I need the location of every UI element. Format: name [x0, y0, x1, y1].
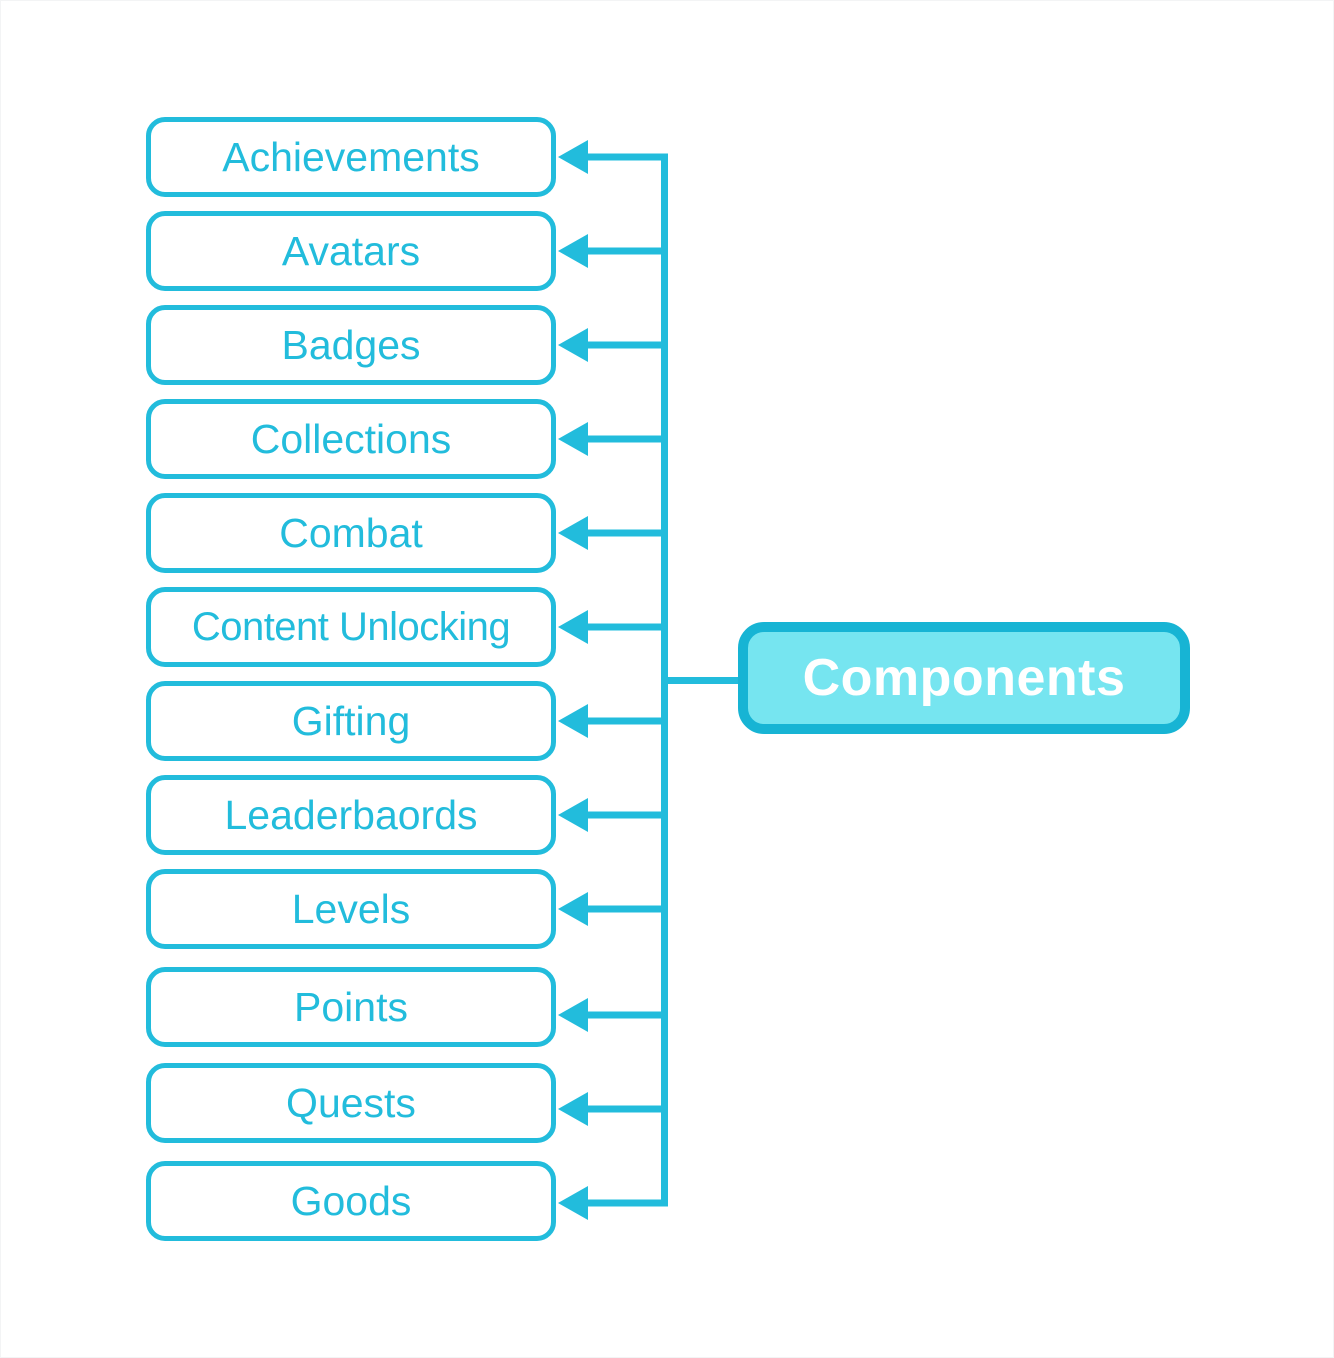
arrowhead-icon-4 — [558, 422, 588, 456]
arrowhead-icon-12 — [558, 1186, 588, 1220]
arrowhead-icon-8 — [558, 798, 588, 832]
arrowhead-icon-3 — [558, 328, 588, 362]
arrowhead-icon-11 — [558, 1092, 588, 1126]
node-points[interactable]: Points — [146, 967, 556, 1047]
node-label: Avatars — [281, 227, 421, 274]
node-label: Collections — [250, 415, 452, 462]
node-content-unlocking[interactable]: Content Unlocking — [146, 587, 556, 667]
branch-lines — [586, 153, 668, 1207]
node-avatars[interactable]: Avatars — [146, 211, 556, 291]
node-components-root[interactable]: Components — [738, 622, 1190, 734]
node-label: Levels — [291, 885, 411, 932]
node-label: Quests — [286, 1079, 416, 1126]
node-collections[interactable]: Collections — [146, 399, 556, 479]
arrowhead-icon-6 — [558, 610, 588, 644]
node-badges[interactable]: Badges — [146, 305, 556, 385]
node-label: Achievements — [222, 133, 480, 180]
node-label: Combat — [279, 509, 423, 556]
node-combat[interactable]: Combat — [146, 493, 556, 573]
node-label: Leaderbaords — [224, 791, 478, 838]
node-label: Badges — [281, 321, 421, 368]
node-gifting[interactable]: Gifting — [146, 681, 556, 761]
node-label: Points — [294, 983, 408, 1030]
node-label: Goods — [290, 1177, 412, 1224]
diagram-canvas: Achievements Avatars Badges Collections … — [0, 0, 1334, 1358]
arrowhead-icon-1 — [558, 140, 588, 174]
arrowhead-icon-9 — [558, 892, 588, 926]
node-label: Content Unlocking — [191, 605, 511, 649]
arrowheads — [558, 140, 588, 1220]
node-leaderboards[interactable]: Leaderbaords — [146, 775, 556, 855]
arrowhead-icon-5 — [558, 516, 588, 550]
node-quests[interactable]: Quests — [146, 1063, 556, 1143]
arrowhead-icon-7 — [558, 704, 588, 738]
node-levels[interactable]: Levels — [146, 869, 556, 949]
node-achievements[interactable]: Achievements — [146, 117, 556, 197]
node-goods[interactable]: Goods — [146, 1161, 556, 1241]
arrowhead-icon-10 — [558, 998, 588, 1032]
root-node-label: Components — [802, 649, 1126, 707]
arrowhead-icon-2 — [558, 234, 588, 268]
node-label: Gifting — [291, 697, 411, 744]
